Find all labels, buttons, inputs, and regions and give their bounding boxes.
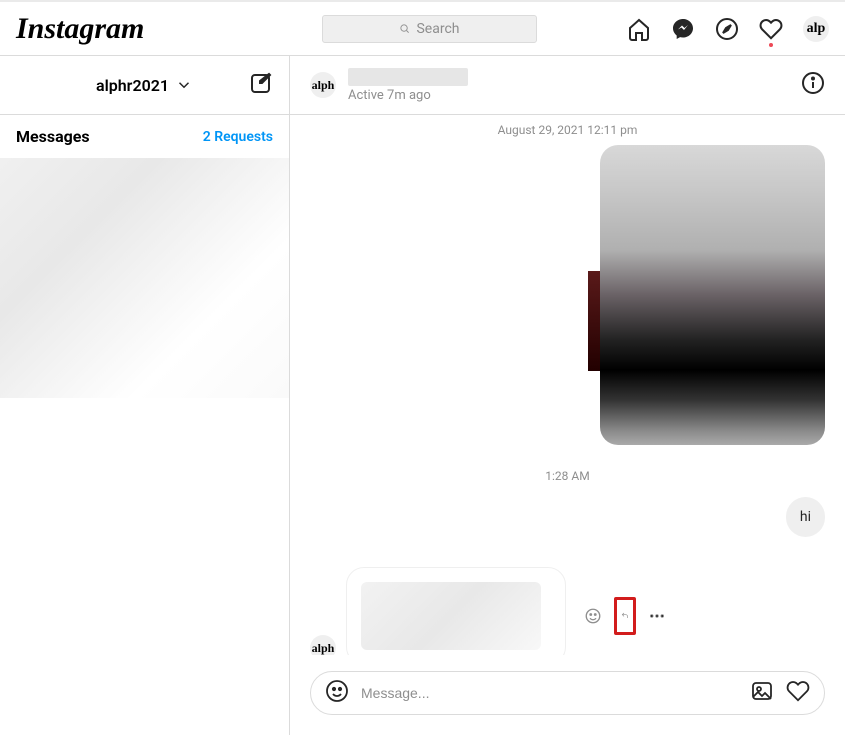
instagram-logo[interactable]: Instagram xyxy=(16,12,296,46)
search-icon xyxy=(399,23,410,34)
chat-status: Active 7m ago xyxy=(348,88,468,103)
message-row-outgoing: hi xyxy=(310,497,825,537)
sidebar-header: alphr2021 xyxy=(0,56,289,115)
composer-inner xyxy=(310,671,825,715)
thread-item[interactable] xyxy=(0,158,289,398)
search-placeholder: Search xyxy=(416,21,459,37)
sidebar: alphr2021 Messages 2 Requests xyxy=(0,56,290,735)
message-row-incoming: alph xyxy=(310,567,825,655)
main: alphr2021 Messages 2 Requests alph Activ… xyxy=(0,56,845,735)
messenger-icon[interactable] xyxy=(671,17,695,41)
react-button[interactable] xyxy=(582,605,604,627)
nav-icons: alp xyxy=(627,16,829,42)
chat-panel: alph Active 7m ago August 29, 2021 12:11… xyxy=(290,56,845,735)
sidebar-username: alphr2021 xyxy=(96,76,169,95)
account-switcher[interactable]: alphr2021 xyxy=(96,76,193,95)
chat-body[interactable]: August 29, 2021 12:11 pm 1:28 AM hi alph xyxy=(290,115,845,655)
search-wrap: Search xyxy=(322,15,537,43)
activity-icon[interactable] xyxy=(759,17,783,41)
chevron-down-icon xyxy=(175,76,193,94)
profile-avatar[interactable]: alp xyxy=(803,16,829,42)
message-bubble[interactable] xyxy=(346,567,566,655)
message-bubble[interactable]: hi xyxy=(786,497,825,537)
message-content-redacted xyxy=(361,582,541,650)
thread-list xyxy=(0,158,289,735)
chat-info-button[interactable] xyxy=(801,71,825,99)
timestamp: August 29, 2021 12:11 pm xyxy=(310,123,825,137)
requests-link[interactable]: 2 Requests xyxy=(203,129,273,145)
chat-header: alph Active 7m ago xyxy=(290,56,845,115)
shared-post[interactable] xyxy=(600,145,825,445)
more-options-button[interactable] xyxy=(646,605,668,627)
search-input[interactable]: Search xyxy=(322,15,537,43)
messages-tab[interactable]: Messages xyxy=(16,127,90,146)
message-row-outgoing xyxy=(310,145,825,445)
new-message-button[interactable] xyxy=(249,71,273,99)
photo-button[interactable] xyxy=(750,679,774,707)
like-button[interactable] xyxy=(786,679,810,707)
message-input[interactable] xyxy=(361,685,738,701)
composer xyxy=(290,655,845,735)
emoji-button[interactable] xyxy=(325,679,349,707)
explore-icon[interactable] xyxy=(715,17,739,41)
home-icon[interactable] xyxy=(627,17,651,41)
chat-title-wrap: Active 7m ago xyxy=(348,68,468,103)
timestamp: 1:28 AM xyxy=(310,469,825,483)
chat-avatar[interactable]: alph xyxy=(310,72,336,98)
message-actions xyxy=(582,597,668,635)
sidebar-tabs: Messages 2 Requests xyxy=(0,115,289,158)
chat-username[interactable] xyxy=(348,68,468,86)
reply-button[interactable] xyxy=(614,597,636,635)
notification-dot xyxy=(769,43,773,47)
top-nav: Instagram Search alp xyxy=(0,2,845,56)
sender-avatar[interactable]: alph xyxy=(310,635,336,655)
